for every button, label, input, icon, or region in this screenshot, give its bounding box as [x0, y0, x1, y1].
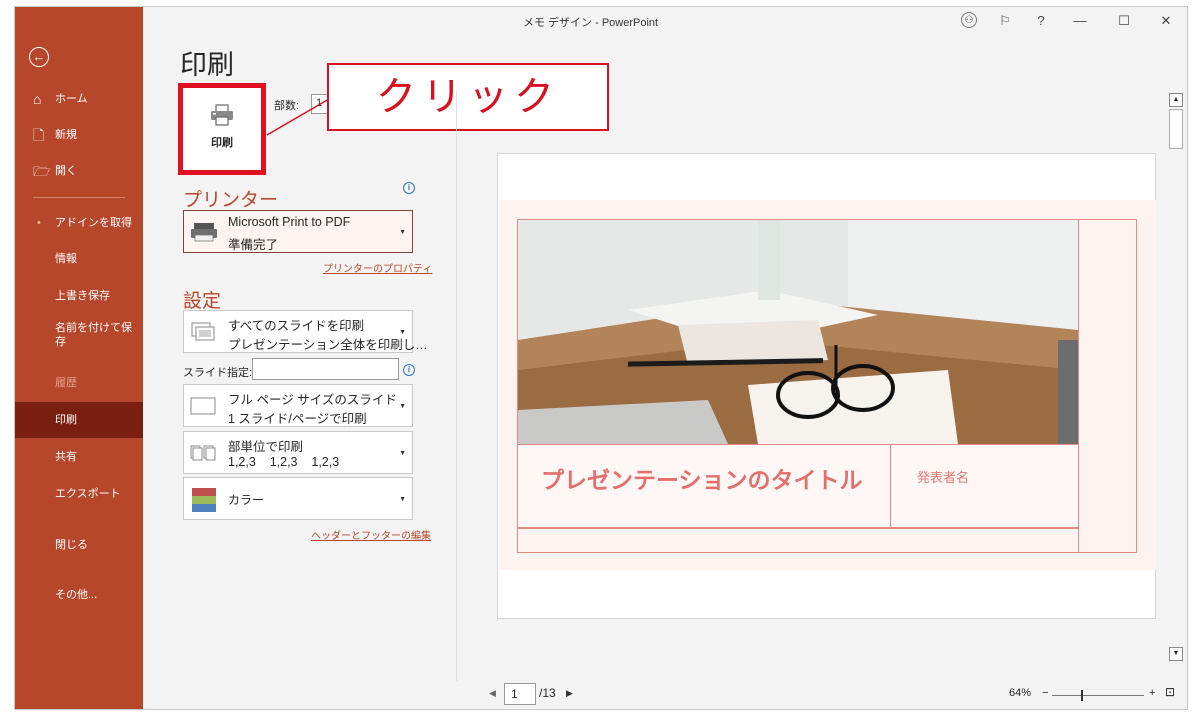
collate-line1: 部単位で印刷: [228, 440, 304, 454]
chevron-down-icon: ▼: [399, 403, 406, 410]
chevron-down-icon: ▼: [399, 496, 406, 503]
sidebar-item-save[interactable]: 上書き保存: [15, 278, 143, 314]
fit-to-window-icon[interactable]: ⊡: [1165, 685, 1175, 699]
back-arrow-icon[interactable]: ←: [29, 47, 49, 67]
slide-photo-image: [518, 220, 1078, 444]
print-range-dropdown[interactable]: すべてのスライドを印刷 プレゼンテーション全体を印刷し… ▼: [183, 310, 428, 353]
next-page-icon[interactable]: ▶: [566, 688, 573, 699]
sidebar-item-label: 共有: [55, 451, 77, 463]
print-range-line1: すべてのスライドを印刷: [228, 319, 365, 333]
sidebar-item-export[interactable]: エクスポート: [15, 476, 143, 512]
title-bar: メモ デザイン - PowerPoint ⚇ ⚐ ? — ☐ ✕: [143, 7, 1187, 35]
sidebar-item-share[interactable]: 共有: [15, 439, 143, 475]
preview-divider: [456, 91, 457, 681]
new-document-icon: 🗋: [33, 127, 45, 143]
sidebar-item-label: アドインを取得: [55, 217, 132, 229]
sidebar-item-close[interactable]: 閉じる: [15, 527, 143, 563]
sidebar-item-history: 履歴: [15, 365, 143, 401]
layout-line2: 1 スライド/ページで印刷: [228, 412, 367, 426]
printer-properties-link[interactable]: プリンターのプロパティ: [323, 260, 432, 275]
slides-input[interactable]: [252, 358, 399, 380]
all-slides-icon: [191, 322, 215, 341]
slide-title: プレゼンテーションのタイトル: [541, 467, 863, 493]
sidebar-item-info[interactable]: 情報: [15, 241, 143, 277]
printer-name: Microsoft Print to PDF: [228, 215, 351, 229]
backstage-view: ← ⌂ ホーム 🗋 新規 🗁 開く • アドインを取得 情報 上書き保存 名前を…: [14, 6, 1188, 710]
print-button-label: 印刷: [211, 137, 233, 149]
full-page-slide-icon: [190, 397, 216, 415]
zoom-level: 64%: [1009, 687, 1032, 699]
copies-label: 部数:: [274, 100, 300, 112]
sidebar-item-new[interactable]: 🗋 新規: [15, 117, 143, 153]
click-callout: クリック: [327, 63, 609, 131]
settings-heading: 設定: [183, 291, 222, 312]
home-icon: ⌂: [33, 91, 42, 107]
sidebar-divider: [33, 197, 125, 198]
help-button[interactable]: ?: [1029, 10, 1053, 32]
print-range-line2: プレゼンテーション全体を印刷し…: [228, 338, 428, 352]
slide-title-separator: [890, 444, 891, 528]
header-footer-link[interactable]: ヘッダーとフッターの編集: [311, 527, 431, 542]
sidebar-item-get-addins[interactable]: • アドインを取得: [15, 205, 143, 241]
info-icon[interactable]: i: [403, 182, 415, 194]
sidebar-item-more[interactable]: その他...: [15, 577, 143, 613]
chevron-down-icon: ▼: [399, 329, 406, 336]
open-folder-icon: 🗁: [33, 163, 51, 179]
info-icon[interactable]: i: [403, 364, 415, 376]
sidebar-item-label: 履歴: [55, 377, 77, 389]
sidebar-item-print[interactable]: 印刷: [15, 402, 143, 438]
sidebar-item-label: ホーム: [55, 93, 88, 105]
backstage-sidebar: ← ⌂ ホーム 🗋 新規 🗁 開く • アドインを取得 情報 上書き保存 名前を…: [15, 7, 143, 709]
sidebar-item-label: その他...: [55, 589, 98, 601]
page-title: 印刷: [180, 50, 234, 80]
sidebar-item-label: 閉じる: [55, 539, 88, 551]
sidebar-item-label: 印刷: [55, 414, 77, 426]
sidebar-item-label: エクスポート: [55, 488, 121, 500]
layout-dropdown[interactable]: フル ページ サイズのスライド 1 スライド/ページで印刷 ▼: [183, 384, 413, 427]
zoom-out-button[interactable]: −: [1042, 687, 1048, 699]
color-dropdown[interactable]: カラー ▼: [183, 477, 413, 520]
printer-device-icon: [191, 223, 217, 242]
slide-presenter: 発表者名: [917, 470, 970, 485]
slides-label: スライド指定:: [183, 367, 253, 379]
page-total: /13: [539, 686, 556, 700]
print-button[interactable]: 印刷: [178, 83, 266, 175]
color-swatch-icon: [192, 488, 216, 512]
printer-heading: プリンター: [183, 190, 279, 211]
zoom-slider[interactable]: [1052, 695, 1144, 696]
sidebar-item-label: 情報: [55, 253, 77, 265]
printer-status: 準備完了: [228, 238, 279, 252]
bullet-dot-icon: •: [37, 217, 41, 229]
sidebar-item-open[interactable]: 🗁 開く: [15, 153, 143, 189]
sidebar-item-home[interactable]: ⌂ ホーム: [15, 81, 143, 117]
minimize-icon[interactable]: —: [1068, 10, 1092, 32]
maximize-icon[interactable]: ☐: [1112, 10, 1136, 32]
color-mode: カラー: [228, 493, 265, 507]
sidebar-item-save-as[interactable]: 名前を付けて保存: [15, 317, 143, 361]
zoom-in-button[interactable]: +: [1149, 687, 1155, 699]
scroll-down-button[interactable]: ▼: [1169, 647, 1183, 661]
slide-bottom-line: [517, 528, 1079, 529]
chevron-down-icon: ▼: [399, 229, 406, 236]
scroll-up-button[interactable]: ▲: [1169, 93, 1183, 107]
printer-icon: [211, 104, 233, 126]
layout-line1: フル ページ サイズのスライド: [228, 393, 397, 407]
account-icon[interactable]: ⚇: [961, 12, 977, 28]
sidebar-item-label: 新規: [55, 129, 77, 141]
sidebar-item-label: 名前を付けて保存: [55, 322, 132, 348]
coauthor-icon[interactable]: ⚐: [993, 10, 1017, 32]
chevron-down-icon: ▼: [399, 450, 406, 457]
printer-dropdown[interactable]: Microsoft Print to PDF 準備完了 ▼: [183, 210, 413, 253]
collate-dropdown[interactable]: 部単位で印刷 1,2,3 1,2,3 1,2,3 ▼: [183, 431, 413, 474]
close-icon[interactable]: ✕: [1154, 10, 1178, 32]
sidebar-item-label: 開く: [55, 165, 77, 177]
collate-line2: 1,2,3 1,2,3 1,2,3: [228, 455, 340, 469]
page-number-input[interactable]: 1: [504, 683, 536, 705]
window-title: メモ デザイン - PowerPoint: [523, 17, 659, 29]
collate-icon: [190, 445, 216, 461]
prev-page-icon[interactable]: ◀: [489, 688, 496, 699]
sidebar-item-label: 上書き保存: [55, 290, 110, 302]
scrollbar-thumb[interactable]: [1169, 109, 1183, 149]
zoom-slider-thumb[interactable]: [1081, 690, 1083, 701]
